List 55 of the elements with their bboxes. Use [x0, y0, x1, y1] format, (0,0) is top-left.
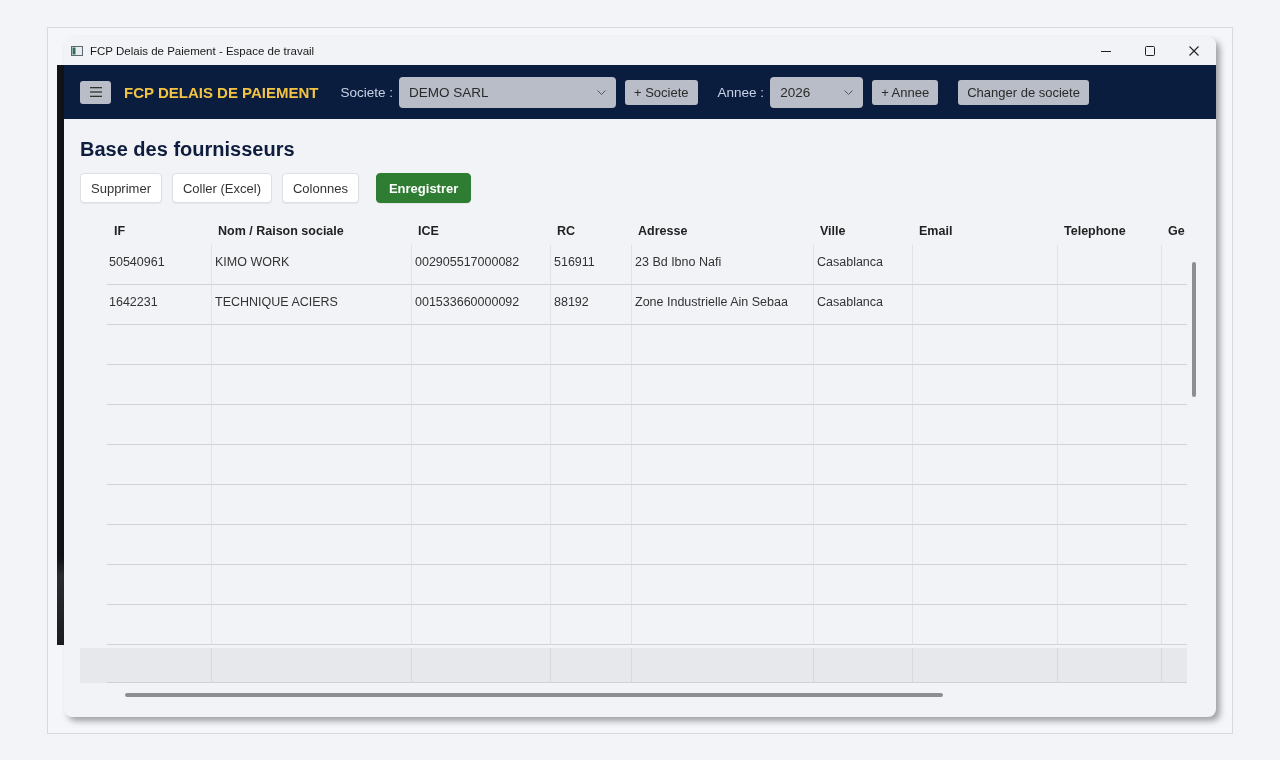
toolbar-button[interactable]: Supprimer — [80, 173, 162, 203]
menu-icon — [89, 87, 102, 97]
toolbar-button[interactable]: Colonnes — [282, 173, 359, 203]
table-cell: 001533660000092 — [415, 295, 520, 309]
table-cell: 50540961 — [109, 255, 165, 269]
app-icon — [71, 46, 83, 56]
window-title: FCP Delais de Paiement - Espace de travail — [90, 45, 315, 57]
company-select[interactable]: DEMO SARL — [399, 76, 616, 108]
vertical-scrollbar[interactable] — [1192, 262, 1196, 397]
empty-cell — [1161, 445, 1187, 485]
table-cell: Casablanca — [817, 295, 883, 309]
table-cell: 002905517000082 — [415, 255, 520, 269]
toolbar-button[interactable]: Enregistrer — [375, 173, 472, 203]
year-label: Annee : — [717, 84, 765, 100]
table-cell: 516911 — [554, 255, 595, 269]
table-cell: 88192 — [554, 295, 589, 309]
table-cell: 1642231 — [109, 295, 158, 309]
toolbar-button[interactable]: Coller (Excel) — [171, 173, 272, 203]
add-year-button[interactable]: + Annee — [872, 79, 939, 105]
table-cell: TECHNIQUE ACIERS — [215, 295, 338, 309]
page-title: Base des fournisseurs — [80, 137, 295, 162]
empty-cell — [1161, 285, 1187, 325]
empty-cell — [1161, 525, 1187, 565]
minimize-icon — [1101, 50, 1111, 52]
table-cell: Casablanca — [817, 255, 883, 269]
column-header[interactable]: Email — [919, 224, 953, 238]
company-label: Societe : — [340, 84, 393, 100]
table-cell: 23 Bd Ibno Nafi — [635, 255, 722, 269]
maximize-icon — [1145, 46, 1155, 56]
empty-cell — [1161, 325, 1187, 365]
column-header[interactable]: ICE — [418, 224, 439, 238]
column-header[interactable]: Nom / Raison sociale — [218, 224, 344, 238]
app-title: FCP DELAIS DE PAIEMENT — [124, 83, 319, 101]
empty-cell — [1161, 405, 1187, 445]
empty-cell — [1161, 245, 1187, 285]
close-icon — [1189, 46, 1199, 56]
menu-button[interactable] — [80, 80, 111, 104]
column-header[interactable]: Telephone — [1064, 224, 1126, 238]
add-company-button[interactable]: + Societe — [625, 79, 698, 105]
empty-cell — [1161, 365, 1187, 405]
empty-cell — [1161, 565, 1187, 605]
empty-cell — [1161, 485, 1187, 525]
change-company-button[interactable]: Changer de societe — [958, 79, 1089, 105]
column-header[interactable]: RC — [557, 224, 576, 238]
table-cell: KIMO WORK — [215, 255, 290, 269]
column-header[interactable]: Ge — [1168, 224, 1185, 238]
table-cell: Zone Industrielle Ain Sebaa — [635, 295, 788, 309]
column-header[interactable]: Adresse — [638, 224, 688, 238]
chevron-down-icon — [597, 89, 606, 95]
column-header[interactable]: Ville — [820, 224, 846, 238]
horizontal-scrollbar[interactable] — [125, 693, 943, 697]
year-select[interactable]: 2026 — [770, 76, 864, 108]
chevron-down-icon — [844, 89, 854, 95]
column-header[interactable]: IF — [114, 224, 126, 238]
empty-cell — [1161, 605, 1187, 645]
